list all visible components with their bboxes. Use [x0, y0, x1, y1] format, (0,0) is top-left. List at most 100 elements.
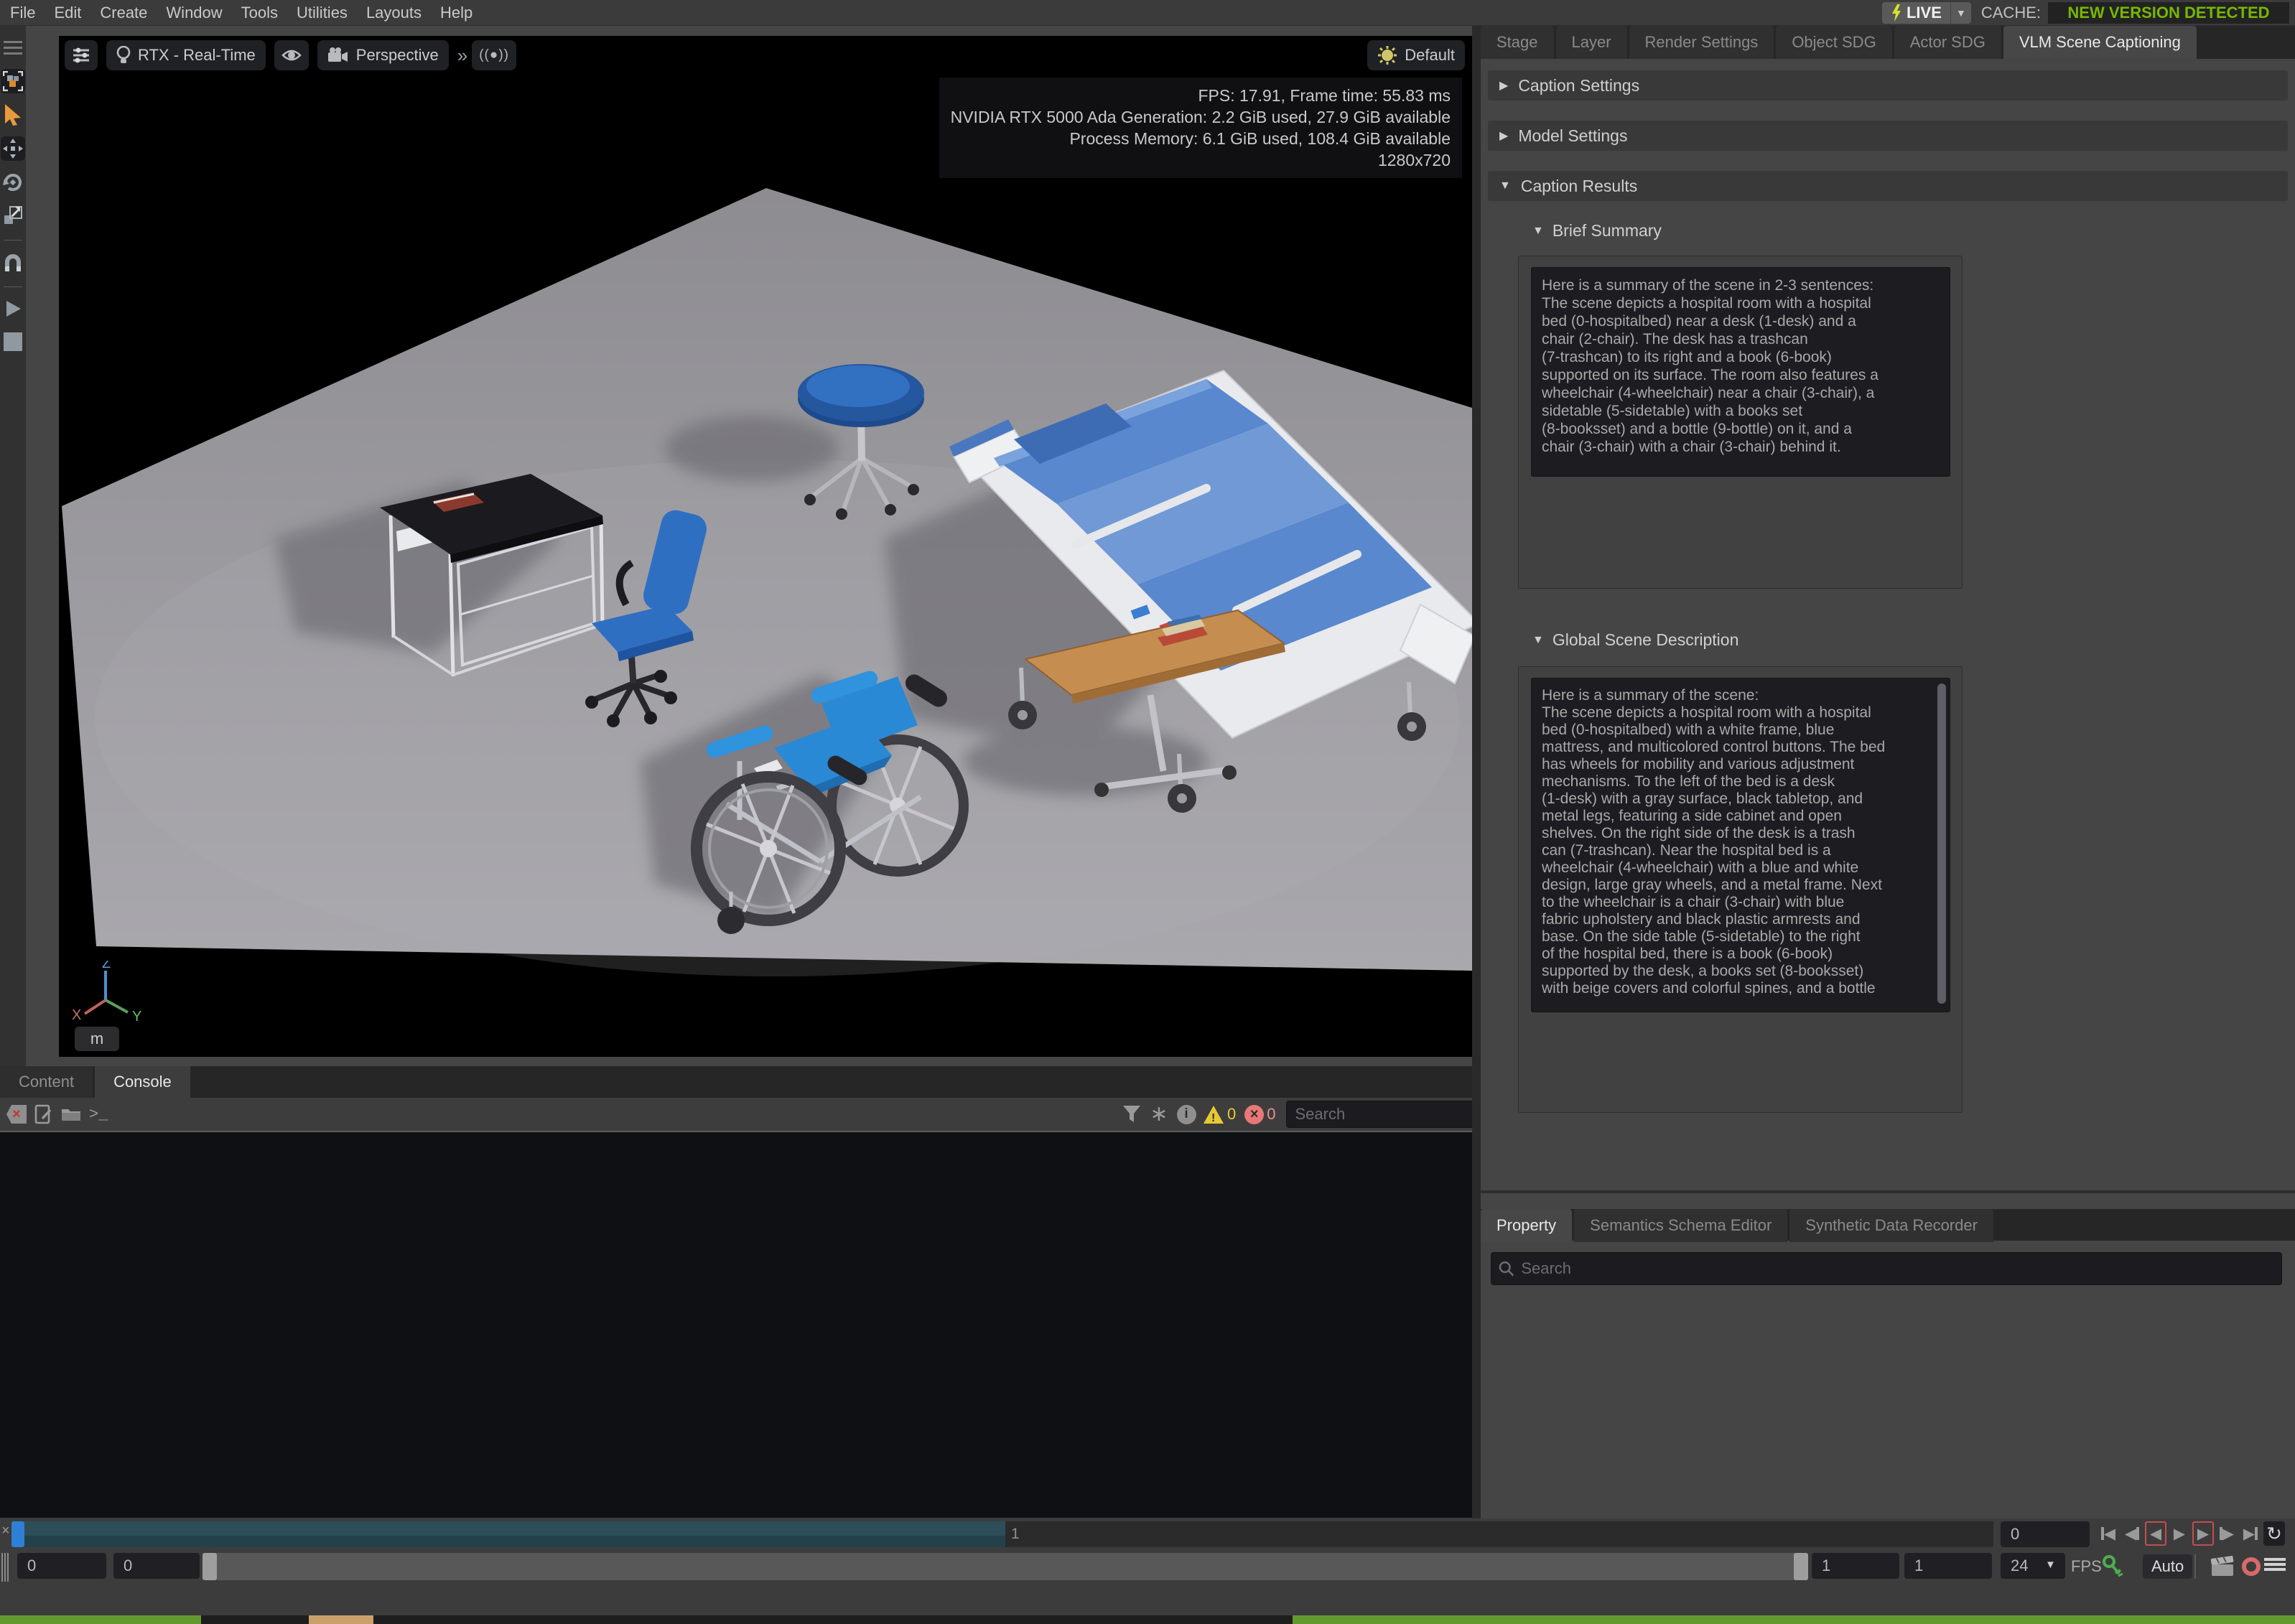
menu-window[interactable]: Window: [166, 4, 222, 22]
tab-semantics-schema-editor[interactable]: Semantics Schema Editor: [1574, 1209, 1787, 1242]
live-dropdown-chevron[interactable]: ▼: [1950, 2, 1971, 24]
open-log-folder-button[interactable]: [60, 1103, 82, 1125]
menu-utilities[interactable]: Utilities: [297, 4, 348, 22]
live-button[interactable]: LIVE: [1882, 2, 1950, 24]
play-reverse-button[interactable]: ◀: [2145, 1521, 2166, 1546]
tab-object-sdg[interactable]: Object SDG: [1776, 26, 1891, 59]
caption-settings-label: Caption Settings: [1518, 76, 1639, 95]
step-forward-button[interactable]: ▶: [2216, 1521, 2238, 1546]
warning-filter-button[interactable]: ! 0: [1203, 1103, 1236, 1125]
toolbar-overflow-chevrons[interactable]: »: [457, 45, 463, 67]
snap-tool-button[interactable]: [1, 251, 24, 274]
clapper-button[interactable]: [2210, 1556, 2235, 1581]
edit-note-icon: [34, 1104, 53, 1124]
menu-create[interactable]: Create: [100, 4, 147, 22]
property-search[interactable]: [1491, 1252, 2282, 1285]
menu-edit[interactable]: Edit: [54, 4, 81, 22]
play-to-end-button[interactable]: ▶: [2192, 1521, 2214, 1546]
panel-splitter-vertical[interactable]: [1472, 26, 1481, 1518]
timeline-ruler[interactable]: 1: [11, 1521, 1993, 1547]
select-tool-button[interactable]: [1, 103, 24, 126]
skip-to-end-button[interactable]: ▶: [2240, 1521, 2261, 1546]
tab-property[interactable]: Property: [1481, 1209, 1572, 1242]
scrollbar-right-handle[interactable]: [1794, 1553, 1808, 1580]
error-filter-button[interactable]: × 0: [1244, 1103, 1275, 1125]
brief-summary-text[interactable]: Here is a summary of the scene in 2-3 se…: [1531, 267, 1950, 477]
auto-key-button[interactable]: [2101, 1554, 2123, 1582]
stop-button[interactable]: [1, 330, 24, 353]
selection-mode-button[interactable]: [1, 69, 25, 93]
section-caption-settings[interactable]: ▶ Caption Settings: [1488, 70, 2288, 101]
console-search[interactable]: [1286, 1101, 1494, 1128]
visible-start-field[interactable]: 0: [113, 1553, 200, 1579]
timeline-zoom-scrollbar[interactable]: [202, 1553, 1808, 1580]
step-back-button[interactable]: ◀: [2121, 1521, 2143, 1546]
lighting-selector[interactable]: Default: [1367, 40, 1465, 70]
record-button[interactable]: [2242, 1557, 2261, 1576]
loop-toggle-button[interactable]: ↻: [2263, 1521, 2285, 1546]
scrollbar-left-handle[interactable]: [202, 1553, 217, 1580]
menu-tools[interactable]: Tools: [241, 4, 278, 22]
svg-text:Y: Y: [132, 1009, 141, 1025]
menu-layouts[interactable]: Layouts: [366, 4, 422, 22]
tab-content[interactable]: Content: [0, 1066, 93, 1098]
info-filter-button[interactable]: i: [1176, 1103, 1197, 1125]
camera-selector[interactable]: Perspective: [317, 40, 449, 70]
tab-stage[interactable]: Stage: [1481, 26, 1554, 59]
menu-bar: File Edit Create Window Tools Utilities …: [0, 0, 2295, 26]
edit-log-button[interactable]: [33, 1103, 55, 1125]
scale-tool-button[interactable]: [1, 204, 24, 227]
skip-to-start-button[interactable]: ◀: [2098, 1521, 2119, 1546]
visibility-button[interactable]: [274, 40, 309, 70]
range-start-field[interactable]: 0: [17, 1553, 106, 1579]
tab-layer[interactable]: Layer: [1556, 26, 1627, 59]
audio-toggle-button[interactable]: ((●)): [472, 40, 516, 70]
playhead[interactable]: [11, 1521, 24, 1547]
script-prompt-button[interactable]: >_: [89, 1106, 108, 1124]
tab-console[interactable]: Console: [95, 1066, 190, 1098]
timeline-active-range[interactable]: [11, 1521, 1005, 1547]
range-end-field[interactable]: 1: [1904, 1553, 1992, 1579]
timeline-bar: × 1 0 ◀ ◀ ◀ ▶ ▶ ▶ ▶ ↻ 0 0 1 1 24 ▼ FPS A…: [0, 1518, 2295, 1615]
fps-dropdown-arrow[interactable]: ▼: [2045, 1559, 2056, 1571]
toolbar-grip[interactable]: [1, 36, 24, 59]
verbose-toggle-button[interactable]: ∗: [1148, 1103, 1170, 1125]
tab-render-settings[interactable]: Render Settings: [1629, 26, 1774, 59]
section-caption-results[interactable]: ▼ Caption Results: [1488, 171, 2288, 201]
axis-gizmo[interactable]: Z X Y: [66, 961, 145, 1025]
tab-vlm-scene-captioning[interactable]: VLM Scene Captioning: [2003, 26, 2197, 59]
units-button[interactable]: m: [75, 1027, 119, 1051]
expanded-arrow-icon: ▼: [1532, 634, 1544, 647]
brief-summary-header[interactable]: ▼ Brief Summary: [1532, 221, 1662, 241]
renderer-selector[interactable]: RTX - Real-Time: [106, 40, 266, 70]
console-tabrow: Content Console: [0, 1066, 1472, 1098]
play-forward-button[interactable]: ▶: [2169, 1521, 2190, 1546]
move-tool-button[interactable]: [1, 136, 25, 161]
timeline-grip[interactable]: [1, 1553, 9, 1582]
tab-actor-sdg[interactable]: Actor SDG: [1894, 26, 2001, 59]
menu-help[interactable]: Help: [440, 4, 472, 22]
menu-file[interactable]: File: [10, 4, 35, 22]
rotate-tool-button[interactable]: [1, 171, 24, 194]
timeline-close-button[interactable]: ×: [1, 1523, 10, 1539]
filter-button[interactable]: [1121, 1103, 1142, 1125]
global-description-header[interactable]: ▼ Global Scene Description: [1532, 630, 1738, 650]
property-splitter[interactable]: [1481, 1190, 2295, 1193]
caption-scrollbar[interactable]: [1937, 683, 1946, 1004]
play-button[interactable]: [1, 297, 24, 320]
console-search-input[interactable]: [1294, 1104, 1486, 1124]
tab-synthetic-data-recorder[interactable]: Synthetic Data Recorder: [1789, 1209, 1993, 1242]
viewport-3d-canvas[interactable]: RTX - Real-Time Perspective » ((●)): [59, 36, 1472, 1057]
current-frame-field[interactable]: 0: [2001, 1521, 2090, 1547]
right-panel-tabrow: Stage Layer Render Settings Object SDG A…: [1481, 26, 2295, 59]
auto-mode-button[interactable]: Auto: [2143, 1554, 2192, 1579]
viewport-settings-button[interactable]: [65, 40, 98, 70]
visible-end-field[interactable]: 1: [1812, 1553, 1899, 1579]
section-model-settings[interactable]: ▶ Model Settings: [1488, 121, 2288, 151]
property-search-input[interactable]: [1519, 1259, 2274, 1279]
global-description-text[interactable]: Here is a summary of the scene: The scen…: [1531, 678, 1950, 1012]
timeline-menu-button[interactable]: [2264, 1556, 2286, 1573]
playback-controls: ◀ ◀ ◀ ▶ ▶ ▶ ▶ ↻: [2098, 1521, 2285, 1546]
console-log-area[interactable]: [0, 1131, 1472, 1518]
clear-console-button[interactable]: ×: [6, 1103, 27, 1125]
